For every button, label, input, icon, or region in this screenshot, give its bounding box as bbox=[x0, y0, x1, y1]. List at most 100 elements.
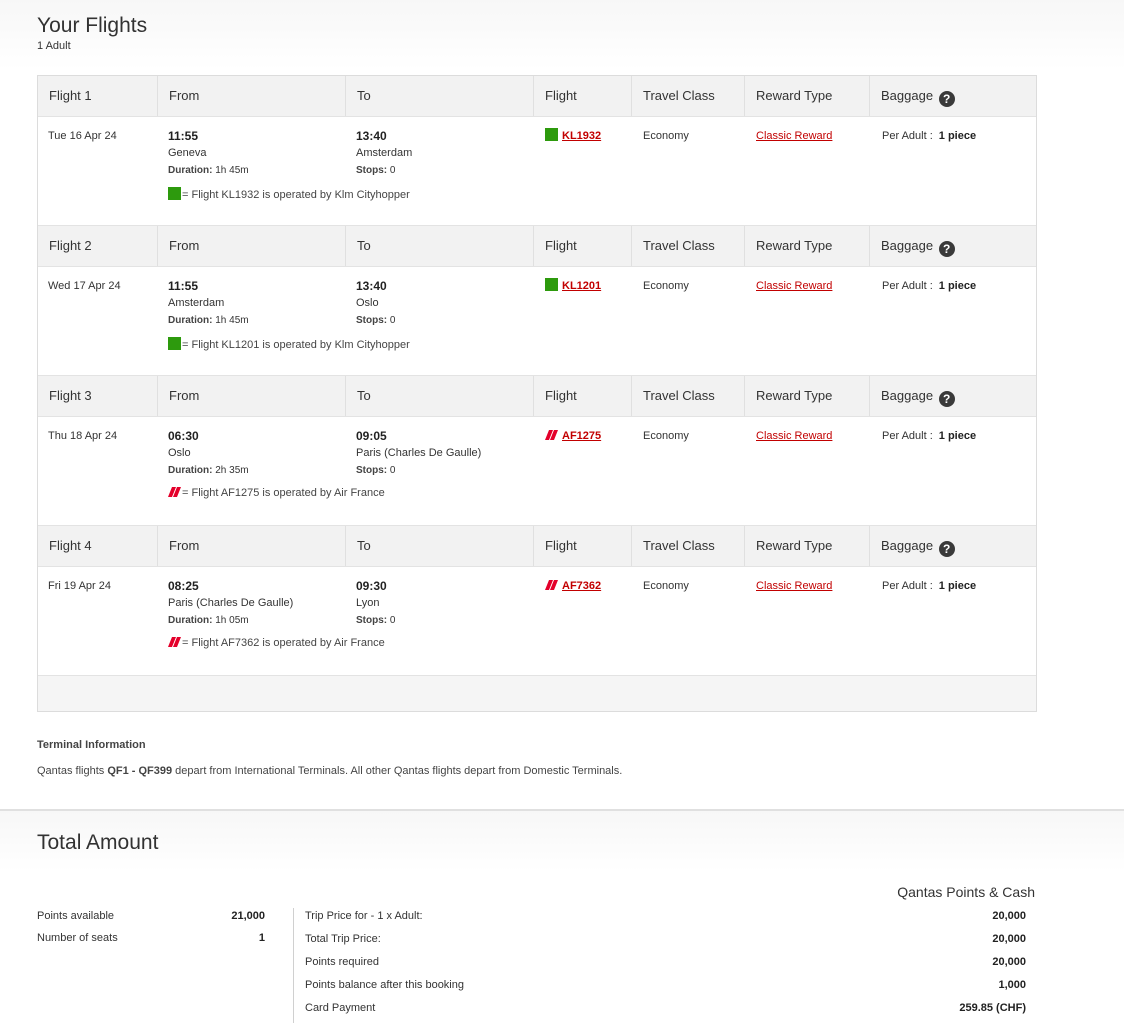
flight-date: Thu 18 Apr 24 bbox=[48, 430, 118, 442]
arrival-city: Amsterdam bbox=[356, 147, 413, 159]
duration-value: 2h 35m bbox=[215, 465, 249, 476]
arrival: 09:05 Paris (Charles De Gaulle) Stops: 0 bbox=[356, 428, 481, 479]
arrival: 13:40 Oslo Stops: 0 bbox=[356, 278, 395, 329]
travel-class: Economy bbox=[643, 280, 689, 292]
reward-type-link[interactable]: Classic Reward bbox=[756, 128, 832, 145]
reward-type-link[interactable]: Classic Reward bbox=[756, 428, 832, 445]
help-icon[interactable]: ? bbox=[938, 241, 955, 257]
flight-number-link[interactable]: AF7362 bbox=[562, 580, 601, 592]
baggage-value: 1 piece bbox=[938, 130, 977, 142]
arrival-city: Lyon bbox=[356, 597, 380, 609]
stops: Stops: 0 bbox=[356, 162, 412, 179]
operated-by-text: = Flight KL1932 is operated by Klm Cityh… bbox=[182, 189, 410, 201]
flight-number: AF7362 bbox=[545, 578, 601, 595]
col-baggage-label: Baggage bbox=[881, 388, 934, 403]
col-flight: Flight bbox=[534, 76, 632, 116]
col-to: To bbox=[346, 226, 534, 266]
reward-type-text[interactable]: Classic Reward bbox=[756, 280, 832, 292]
page-title: Your Flights bbox=[37, 14, 148, 37]
stops-label: Stops: bbox=[356, 465, 388, 476]
terminal-text-prefix: Qantas flights bbox=[37, 765, 108, 777]
col-from: From bbox=[158, 76, 346, 116]
air-france-logo-icon bbox=[168, 637, 181, 647]
price-label: Total Trip Price: bbox=[305, 933, 381, 945]
arrival-time: 09:05 bbox=[356, 429, 387, 443]
col-baggage: Baggage ? bbox=[870, 526, 1036, 566]
arrival-time: 09:30 bbox=[356, 579, 387, 593]
flight-number-link[interactable]: AF1275 bbox=[562, 430, 601, 442]
air-france-logo-icon bbox=[168, 487, 181, 497]
per-adult-label: Per Adult : bbox=[882, 580, 933, 592]
reward-type-text[interactable]: Classic Reward bbox=[756, 580, 832, 592]
departure-city: Geneva bbox=[168, 147, 207, 159]
stops-label: Stops: bbox=[356, 615, 388, 626]
total-band bbox=[0, 811, 1124, 871]
duration: Duration: 1h 05m bbox=[168, 612, 293, 629]
help-icon[interactable]: ? bbox=[938, 91, 955, 107]
reward-type-link[interactable]: Classic Reward bbox=[756, 278, 832, 295]
duration: Duration: 1h 45m bbox=[168, 312, 249, 329]
arrival-city: Oslo bbox=[356, 297, 379, 309]
departure-time: 11:55 bbox=[168, 129, 199, 143]
flight-number-link[interactable]: KL1201 bbox=[562, 280, 601, 292]
col-flight: Flight bbox=[534, 376, 632, 416]
departure-time: 06:30 bbox=[168, 429, 199, 443]
price-row: Points required 20,000 bbox=[305, 954, 1026, 977]
flights-table: Flight 1 From To Flight Travel Class Rew… bbox=[37, 75, 1037, 712]
arrival-time: 13:40 bbox=[356, 279, 387, 293]
baggage-value: 1 piece bbox=[938, 580, 977, 592]
page: Your Flights 1 Adult Flight 1 From To Fl… bbox=[0, 0, 1124, 1023]
col-reward-type: Reward Type bbox=[745, 76, 870, 116]
flight-2-details: Wed 17 Apr 24 11:55 Amsterdam Duration: … bbox=[38, 267, 1036, 375]
help-icon[interactable]: ? bbox=[938, 541, 955, 557]
help-icon[interactable]: ? bbox=[938, 391, 955, 407]
operated-by-text: = Flight KL1201 is operated by Klm Cityh… bbox=[182, 339, 410, 351]
baggage-allowance: Per Adult : 1 piece bbox=[882, 428, 976, 445]
duration-value: 1h 05m bbox=[215, 615, 249, 626]
departure-city: Oslo bbox=[168, 447, 191, 459]
flight-date: Fri 19 Apr 24 bbox=[48, 580, 111, 592]
operated-by: = Flight AF7362 is operated by Air Franc… bbox=[168, 637, 385, 649]
stops-label: Stops: bbox=[356, 315, 388, 326]
price-label: Points required bbox=[305, 956, 379, 968]
stops-label: Stops: bbox=[356, 165, 388, 176]
flight-label: Flight 4 bbox=[38, 526, 158, 566]
summary-divider bbox=[293, 908, 294, 1023]
duration: Duration: 1h 45m bbox=[168, 162, 249, 179]
reward-type-link[interactable]: Classic Reward bbox=[756, 578, 832, 595]
total-amount-title: Total Amount bbox=[37, 831, 159, 854]
price-row: Trip Price for - 1 x Adult: 20,000 bbox=[305, 908, 1026, 931]
flight-label: Flight 2 bbox=[38, 226, 158, 266]
flight-3-details: Thu 18 Apr 24 06:30 Oslo Duration: 2h 35… bbox=[38, 417, 1036, 525]
col-travel-class: Travel Class bbox=[632, 76, 745, 116]
price-value: 259.85 (CHF) bbox=[959, 1002, 1026, 1014]
reward-type-text[interactable]: Classic Reward bbox=[756, 430, 832, 442]
flight-date: Wed 17 Apr 24 bbox=[48, 280, 121, 292]
flight-1-details: Tue 16 Apr 24 11:55 Geneva Duration: 1h … bbox=[38, 117, 1036, 225]
departure: 08:25 Paris (Charles De Gaulle) Duration… bbox=[168, 578, 293, 629]
col-travel-class: Travel Class bbox=[632, 376, 745, 416]
flight-number: KL1932 bbox=[545, 128, 601, 145]
air-france-logo-icon bbox=[545, 580, 558, 590]
col-baggage-label: Baggage bbox=[881, 88, 934, 103]
operated-by: = Flight KL1201 is operated by Klm Cityh… bbox=[168, 337, 410, 351]
departure: 11:55 Amsterdam Duration: 1h 45m bbox=[168, 278, 249, 329]
travel-class: Economy bbox=[643, 430, 689, 442]
price-row: Points balance after this booking 1,000 bbox=[305, 977, 1026, 1000]
flight-date: Tue 16 Apr 24 bbox=[48, 130, 117, 142]
col-baggage: Baggage ? bbox=[870, 376, 1036, 416]
price-row: Total Trip Price: 20,000 bbox=[305, 931, 1026, 954]
flight-number-link[interactable]: KL1932 bbox=[562, 130, 601, 142]
col-travel-class: Travel Class bbox=[632, 526, 745, 566]
price-label: Card Payment bbox=[305, 1002, 376, 1014]
flight-number: AF1275 bbox=[545, 428, 601, 445]
points-available-label: Points available bbox=[37, 910, 115, 922]
departure: 11:55 Geneva Duration: 1h 45m bbox=[168, 128, 249, 179]
duration-value: 1h 45m bbox=[215, 165, 249, 176]
baggage-value: 1 piece bbox=[938, 430, 977, 442]
stops-value: 0 bbox=[389, 165, 396, 176]
duration-label: Duration: bbox=[168, 615, 213, 626]
col-from: From bbox=[158, 226, 346, 266]
reward-type-text[interactable]: Classic Reward bbox=[756, 130, 832, 142]
points-available-value: 21,000 bbox=[231, 910, 265, 922]
